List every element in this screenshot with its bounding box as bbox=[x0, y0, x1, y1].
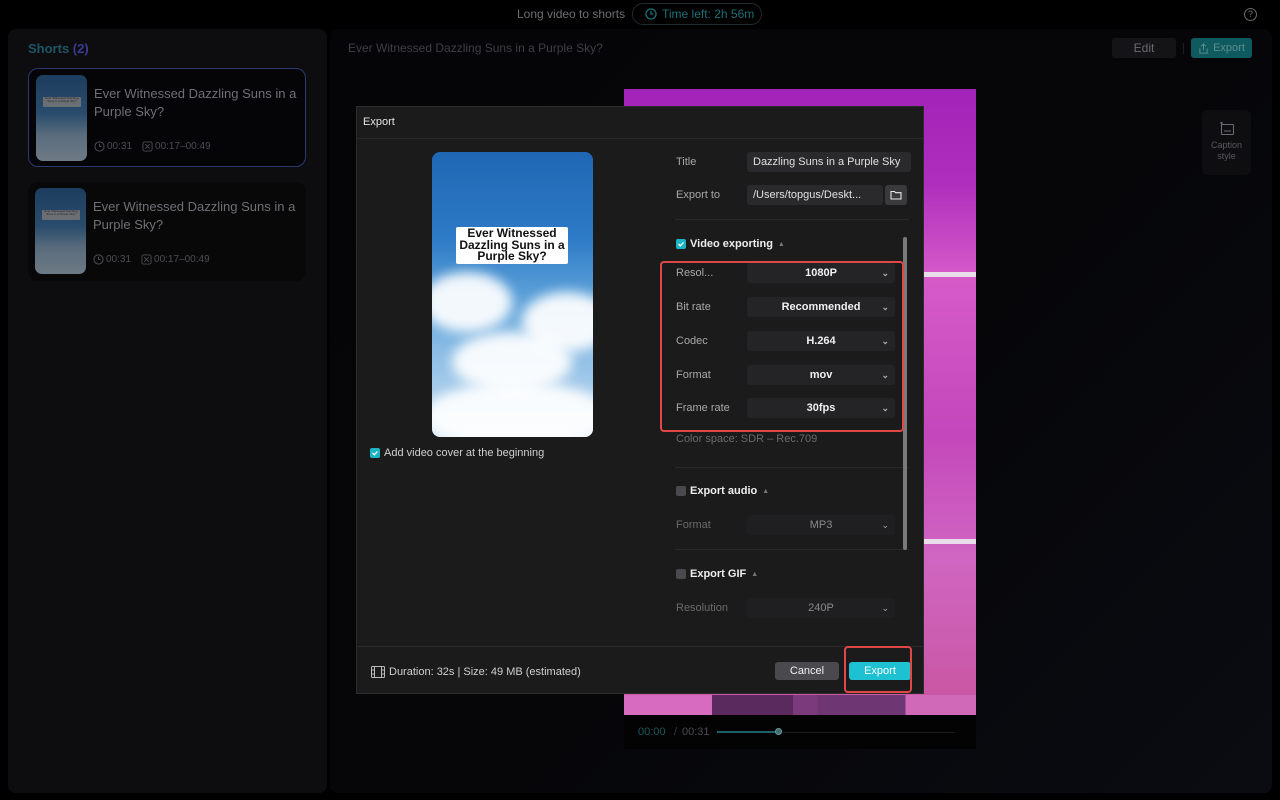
setting-label: Resolution bbox=[676, 602, 728, 614]
playback-timeline: 00:00 / 00:31 bbox=[624, 715, 976, 749]
top-bar: Long video to shorts Time left: 2h 56m ? bbox=[0, 0, 1280, 28]
setting-label: Format bbox=[676, 519, 711, 531]
edit-button[interactable]: Edit bbox=[1112, 38, 1176, 58]
folder-icon bbox=[890, 190, 902, 200]
video-title: Ever Witnessed Dazzling Suns in a Purple… bbox=[348, 41, 603, 55]
preview-stripe bbox=[924, 539, 976, 544]
export-info: Duration: 32s | Size: 49 MB (estimated) bbox=[371, 666, 581, 678]
timeline-scrubber[interactable] bbox=[774, 728, 782, 735]
export-audio-label: Export audio bbox=[690, 485, 758, 497]
video-exporting-label: Video exporting bbox=[690, 238, 773, 250]
collapse-caret-icon: ▲ bbox=[762, 487, 770, 495]
shorts-sidebar: Shorts (2) Ever Witnessed Dazzling Suns … bbox=[8, 29, 327, 793]
caption-style-icon bbox=[1219, 122, 1234, 136]
toolbar-divider bbox=[1183, 43, 1184, 54]
short-thumbnail: Ever Witnessed Dazzling Suns in a Purple… bbox=[36, 75, 87, 161]
cover-caption: Ever Witnessed Dazzling Suns in a Purple… bbox=[456, 227, 568, 264]
export-to-row: Export to /Users/topgus/Deskt... bbox=[675, 185, 911, 205]
current-time: 00:00 bbox=[638, 726, 666, 738]
short-meta: 00:31 00:17–00:49 bbox=[94, 141, 211, 152]
caption-style-label: Caption style bbox=[1210, 140, 1243, 161]
export-top-button[interactable]: Export bbox=[1191, 38, 1252, 58]
short-card[interactable]: Ever Witnessed Dazzling Suns in a Purple… bbox=[28, 182, 306, 281]
select-value: 240P bbox=[808, 602, 834, 614]
collapse-caret-icon: ▲ bbox=[777, 240, 785, 248]
short-duration: 00:31 bbox=[107, 141, 133, 152]
scissors-icon bbox=[142, 141, 153, 152]
chevron-down-icon: ⌄ bbox=[881, 603, 889, 613]
short-range: 00:17–00:49 bbox=[155, 141, 211, 152]
time-left-badge: Time left: 2h 56m bbox=[632, 3, 762, 25]
gif-resolution-row: Resolution 240P ⌄ bbox=[675, 598, 911, 618]
short-duration: 00:31 bbox=[106, 254, 132, 265]
color-space-info: Color space: SDR – Rec.709 bbox=[676, 433, 818, 445]
share-icon bbox=[1199, 42, 1208, 54]
export-highlight-box bbox=[844, 646, 912, 693]
add-cover-checkbox[interactable]: Add video cover at the beginning bbox=[370, 447, 544, 459]
timeline-progress bbox=[717, 731, 779, 733]
clock-icon bbox=[645, 8, 657, 20]
caption-style-button[interactable]: Caption style bbox=[1202, 110, 1251, 175]
cloud bbox=[432, 382, 593, 437]
add-cover-label: Add video cover at the beginning bbox=[384, 447, 545, 459]
checkbox-unchecked-icon bbox=[676, 569, 686, 579]
export-audio-toggle[interactable]: Export audio ▲ bbox=[676, 485, 769, 497]
select-value: MP3 bbox=[809, 519, 833, 531]
thumb-caption: Ever Witnessed Dazzling Suns in a Purple… bbox=[42, 210, 80, 220]
short-title: Ever Witnessed Dazzling Suns in a Purple… bbox=[94, 86, 297, 119]
total-time: 00:31 bbox=[682, 726, 710, 738]
clock-icon bbox=[93, 254, 104, 265]
time-separator: / bbox=[674, 726, 678, 738]
gif-resolution-select[interactable]: 240P ⌄ bbox=[747, 598, 895, 618]
settings-highlight-box bbox=[660, 261, 904, 432]
cover-preview: Ever Witnessed Dazzling Suns in a Purple… bbox=[432, 152, 593, 437]
title-label: Title bbox=[676, 156, 697, 168]
collapse-caret-icon: ▲ bbox=[751, 570, 759, 578]
chevron-down-icon: ⌄ bbox=[881, 520, 889, 530]
short-meta: 00:31 00:17–00:49 bbox=[93, 254, 210, 265]
short-thumbnail: Ever Witnessed Dazzling Suns in a Purple… bbox=[35, 188, 86, 274]
checkbox-checked-icon bbox=[676, 239, 686, 249]
divider bbox=[675, 467, 909, 468]
dialog-footer: Duration: 32s | Size: 49 MB (estimated) … bbox=[357, 646, 923, 694]
short-title: Ever Witnessed Dazzling Suns in a Purple… bbox=[93, 199, 296, 232]
cloud bbox=[432, 272, 512, 332]
audio-format-select[interactable]: MP3 ⌄ bbox=[747, 515, 895, 535]
clock-icon bbox=[94, 141, 105, 152]
preview-stripe bbox=[924, 272, 976, 277]
audio-format-row: Format MP3 ⌄ bbox=[675, 515, 911, 535]
export-info-text: Duration: 32s | Size: 49 MB (estimated) bbox=[389, 666, 581, 678]
film-icon bbox=[371, 666, 385, 678]
app-title: Long video to shorts bbox=[517, 7, 626, 21]
dialog-title: Export bbox=[357, 107, 923, 139]
title-input[interactable]: Dazzling Suns in a Purple Sky bbox=[747, 152, 911, 172]
video-exporting-toggle[interactable]: Video exporting ▲ bbox=[676, 238, 785, 250]
export-gif-toggle[interactable]: Export GIF ▲ bbox=[676, 568, 758, 580]
preview-bottom bbox=[624, 695, 976, 715]
divider bbox=[675, 549, 909, 550]
shorts-heading: Shorts (2) bbox=[28, 41, 89, 56]
checkbox-unchecked-icon bbox=[676, 486, 686, 496]
title-row: Title Dazzling Suns in a Purple Sky bbox=[675, 152, 911, 172]
short-range: 00:17–00:49 bbox=[154, 254, 210, 265]
time-left-text: Time left: 2h 56m bbox=[662, 7, 755, 21]
export-to-label: Export to bbox=[676, 189, 721, 201]
scissors-icon bbox=[141, 254, 152, 265]
browse-folder-button[interactable] bbox=[885, 185, 907, 205]
export-gif-label: Export GIF bbox=[690, 568, 747, 580]
short-card[interactable]: Ever Witnessed Dazzling Suns in a Purple… bbox=[28, 68, 306, 167]
help-icon[interactable]: ? bbox=[1244, 8, 1257, 21]
shorts-heading-label: Shorts bbox=[28, 41, 70, 56]
checkbox-checked-icon bbox=[370, 448, 380, 458]
divider bbox=[675, 219, 909, 220]
export-top-label: Export bbox=[1213, 42, 1245, 54]
thumb-caption: Ever Witnessed Dazzling Suns in a Purple… bbox=[43, 97, 81, 107]
export-path-input[interactable]: /Users/topgus/Deskt... bbox=[747, 185, 883, 205]
shorts-count: (2) bbox=[72, 41, 89, 56]
cancel-button[interactable]: Cancel bbox=[775, 662, 839, 680]
